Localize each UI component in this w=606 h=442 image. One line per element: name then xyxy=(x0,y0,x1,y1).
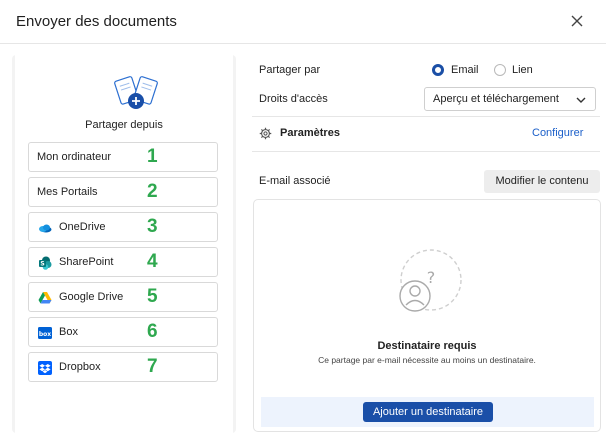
source-label: OneDrive xyxy=(59,221,106,233)
add-recipient-button[interactable]: Ajouter un destinataire xyxy=(363,402,493,422)
dropbox-icon xyxy=(38,361,52,375)
share-label: Partager par xyxy=(259,64,321,76)
box-icon: box xyxy=(38,327,52,339)
source-number: 6 xyxy=(147,321,158,342)
source-my-portals-button[interactable]: Mes Portails 2 xyxy=(28,177,218,207)
close-icon[interactable] xyxy=(567,11,587,31)
recipient-box: ? Destinataire requis Ce partage par e-m… xyxy=(253,199,601,432)
source-number: 4 xyxy=(147,251,158,272)
dialog-title: Envoyer des documents xyxy=(16,13,177,30)
source-number: 1 xyxy=(147,146,158,167)
source-panel-inner: Partager depuis Mon ordinateur 1 Mes Por… xyxy=(15,55,233,433)
source-label: Mon ordinateur xyxy=(37,151,111,163)
chevron-down-icon xyxy=(576,97,586,103)
source-number: 7 xyxy=(147,356,158,377)
source-caption: Partager depuis xyxy=(85,119,163,131)
settings-label: Paramètres xyxy=(280,127,340,139)
source-label: Box xyxy=(59,326,78,338)
share-email-radio[interactable] xyxy=(432,64,444,76)
onedrive-icon xyxy=(39,224,52,233)
google-drive-icon xyxy=(38,292,52,304)
source-google-drive-button[interactable]: Google Drive 5 xyxy=(28,282,218,312)
recipient-title: Destinataire requis xyxy=(377,340,477,352)
svg-text:S: S xyxy=(40,261,44,268)
user-question-icon: ? xyxy=(399,249,462,312)
source-box-button[interactable]: box Box 6 xyxy=(28,317,218,347)
recipient-subtitle: Ce partage par e-mail nécessite au moins… xyxy=(318,355,536,365)
source-number: 3 xyxy=(147,216,158,237)
source-label: Google Drive xyxy=(59,291,124,303)
source-sharepoint-button[interactable]: S SharePoint 4 xyxy=(28,247,218,277)
sharepoint-icon: S xyxy=(39,256,52,270)
configure-link[interactable]: Configurer xyxy=(532,127,583,139)
source-panel: Partager depuis Mon ordinateur 1 Mes Por… xyxy=(12,55,236,433)
upload-documents-icon xyxy=(114,76,158,109)
source-label: SharePoint xyxy=(59,256,114,268)
email-label: E-mail associé xyxy=(259,175,331,187)
access-label: Droits d'accès xyxy=(259,93,328,105)
share-link-radio[interactable] xyxy=(494,64,506,76)
share-email-label[interactable]: Email xyxy=(451,64,479,76)
source-number: 5 xyxy=(147,286,158,307)
divider xyxy=(252,151,600,152)
svg-text:?: ? xyxy=(427,268,436,287)
source-dropbox-button[interactable]: Dropbox 7 xyxy=(28,352,218,382)
svg-text:box: box xyxy=(39,331,51,338)
dialog-header: Envoyer des documents xyxy=(0,0,606,44)
source-label: Dropbox xyxy=(59,361,101,373)
access-value: Aperçu et téléchargement xyxy=(433,93,559,105)
gear-icon xyxy=(259,127,272,140)
source-my-computer-button[interactable]: Mon ordinateur 1 xyxy=(28,142,218,172)
recipient-footer: Ajouter un destinataire xyxy=(261,397,594,427)
share-link-label[interactable]: Lien xyxy=(512,64,533,76)
access-select[interactable]: Aperçu et téléchargement xyxy=(424,87,596,111)
source-onedrive-button[interactable]: OneDrive 3 xyxy=(28,212,218,242)
source-label: Mes Portails xyxy=(37,186,98,198)
divider xyxy=(252,116,600,117)
source-number: 2 xyxy=(147,181,158,202)
modify-content-button[interactable]: Modifier le contenu xyxy=(484,170,600,193)
